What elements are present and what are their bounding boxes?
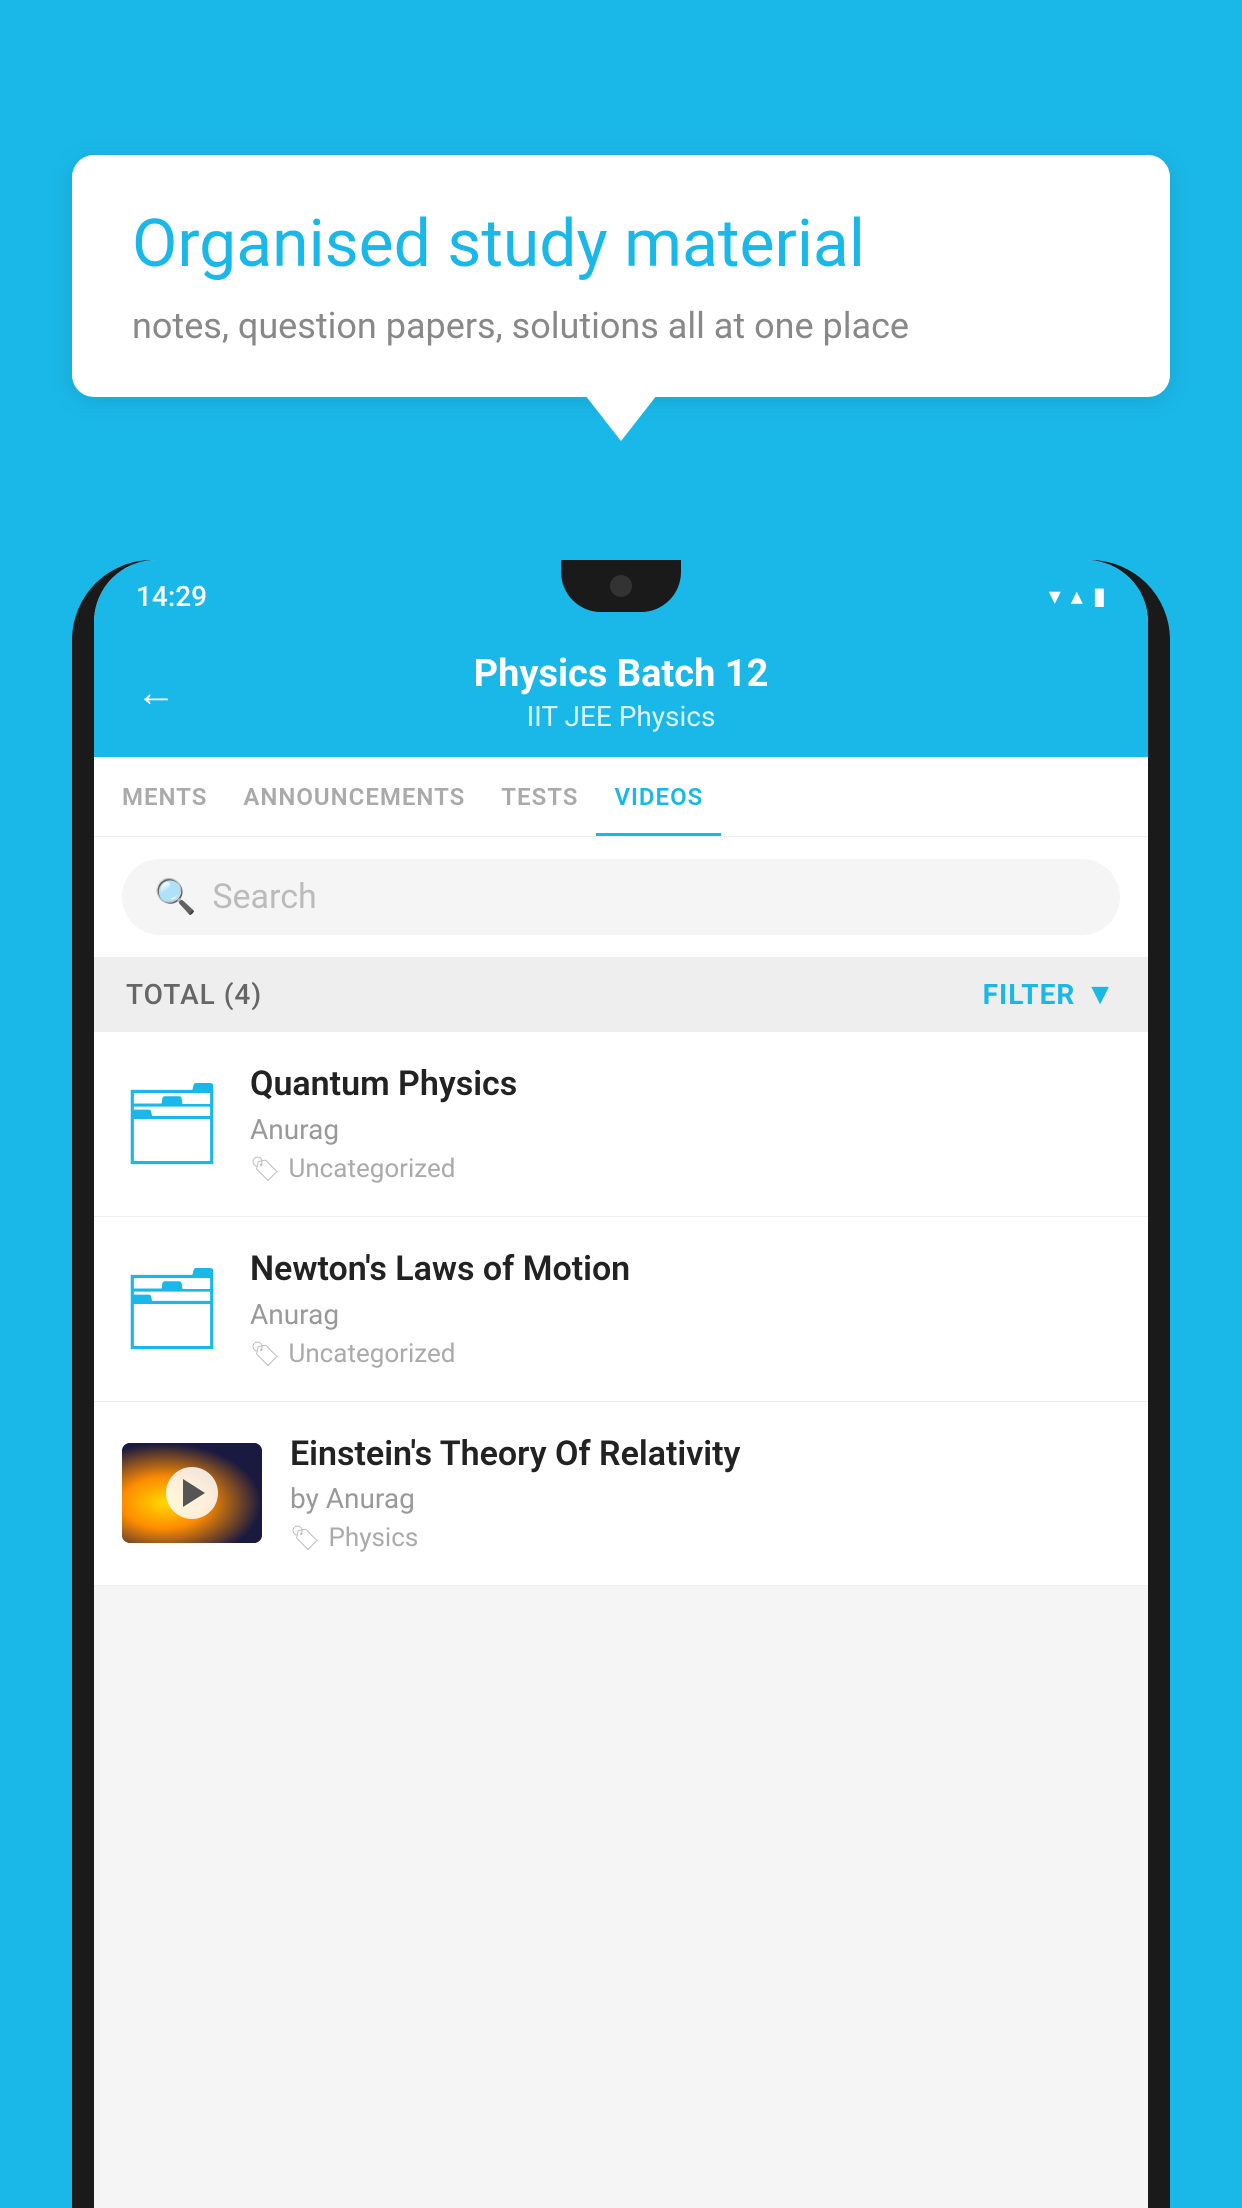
tag-icon: 🏷 (250, 1155, 280, 1183)
header-tags: IIT JEE Physics (200, 700, 1042, 733)
filter-icon: ▼ (1085, 977, 1116, 1012)
video-author: by Anurag (290, 1482, 1120, 1515)
video-list: 🗂 Quantum Physics Anurag 🏷 Uncategorized… (94, 1032, 1148, 1586)
video-author: Anurag (250, 1113, 1120, 1146)
play-icon (183, 1479, 205, 1507)
tag-label: Physics (328, 1523, 418, 1553)
video-info: Newton's Laws of Motion Anurag 🏷 Uncateg… (250, 1249, 1120, 1369)
video-title: Newton's Laws of Motion (250, 1249, 1120, 1290)
tab-videos[interactable]: VIDEOS (596, 757, 721, 837)
speech-bubble: Organised study material notes, question… (72, 155, 1170, 397)
list-item[interactable]: Einstein's Theory Of Relativity by Anura… (94, 1402, 1148, 1587)
search-box[interactable]: 🔍 Search (122, 859, 1120, 935)
search-container: 🔍 Search (94, 837, 1148, 957)
tabs-bar: MENTS ANNOUNCEMENTS TESTS VIDEOS (94, 757, 1148, 837)
filter-bar: TOTAL (4) FILTER ▼ (94, 957, 1148, 1032)
video-tag: 🏷 Uncategorized (250, 1154, 1120, 1184)
tag-icon: 🏷 (250, 1340, 280, 1368)
back-button[interactable]: ← (136, 669, 176, 716)
search-icon: 🔍 (154, 877, 196, 917)
battery-icon: ▮ (1093, 582, 1106, 610)
wifi-icon: ▾ (1049, 582, 1061, 610)
list-item[interactable]: 🗂 Quantum Physics Anurag 🏷 Uncategorized (94, 1032, 1148, 1217)
batch-name: Physics Batch 12 (200, 652, 1042, 696)
filter-button[interactable]: FILTER ▼ (983, 977, 1116, 1012)
tab-tests[interactable]: TESTS (483, 757, 596, 837)
tab-ments[interactable]: MENTS (104, 757, 225, 837)
phone-frame: 14:29 ▾ ▴ ▮ ← Physics Batch 12 IIT JEE P… (72, 560, 1170, 2208)
folder-icon-wrap: 🗂 (122, 1084, 222, 1164)
folder-icon-wrap: 🗂 (122, 1269, 222, 1349)
tab-announcements[interactable]: ANNOUNCEMENTS (225, 757, 483, 837)
video-tag: 🏷 Uncategorized (250, 1339, 1120, 1369)
filter-label: FILTER (983, 978, 1076, 1011)
video-tag: 🏷 Physics (290, 1523, 1120, 1553)
bubble-subtitle: notes, question papers, solutions all at… (132, 305, 1110, 347)
header-title-area: Physics Batch 12 IIT JEE Physics (200, 652, 1042, 733)
video-author: Anurag (250, 1298, 1120, 1331)
video-info: Quantum Physics Anurag 🏷 Uncategorized (250, 1064, 1120, 1184)
list-item[interactable]: 🗂 Newton's Laws of Motion Anurag 🏷 Uncat… (94, 1217, 1148, 1402)
total-count: TOTAL (4) (126, 978, 262, 1011)
video-title: Quantum Physics (250, 1064, 1120, 1105)
notch (561, 560, 681, 612)
app-header: ← Physics Batch 12 IIT JEE Physics (94, 632, 1148, 757)
status-icons: ▾ ▴ ▮ (1049, 582, 1106, 610)
folder-icon: 🗂 (121, 1269, 223, 1349)
video-title: Einstein's Theory Of Relativity (290, 1434, 1120, 1475)
tag-label: Uncategorized (288, 1154, 455, 1184)
search-input[interactable]: Search (212, 877, 316, 917)
status-bar: 14:29 ▾ ▴ ▮ (94, 560, 1148, 632)
video-info: Einstein's Theory Of Relativity by Anura… (290, 1434, 1120, 1554)
camera-icon (610, 575, 632, 597)
tag-icon: 🏷 (290, 1524, 320, 1552)
folder-icon: 🗂 (121, 1084, 223, 1164)
tag-label: Uncategorized (288, 1339, 455, 1369)
phone-screen: 14:29 ▾ ▴ ▮ ← Physics Batch 12 IIT JEE P… (94, 560, 1148, 2208)
status-time: 14:29 (136, 580, 207, 613)
bubble-title: Organised study material (132, 207, 1110, 283)
video-thumbnail (122, 1443, 262, 1543)
signal-icon: ▴ (1071, 582, 1083, 610)
